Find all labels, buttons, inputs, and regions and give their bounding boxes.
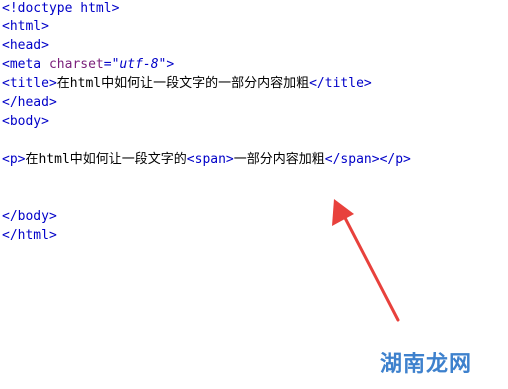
red-arrow-annotation (332, 199, 400, 322)
arrow-shaft (341, 212, 400, 322)
watermark-logo: 湖南龙网 (380, 352, 473, 377)
arrow-head-icon (332, 199, 354, 226)
